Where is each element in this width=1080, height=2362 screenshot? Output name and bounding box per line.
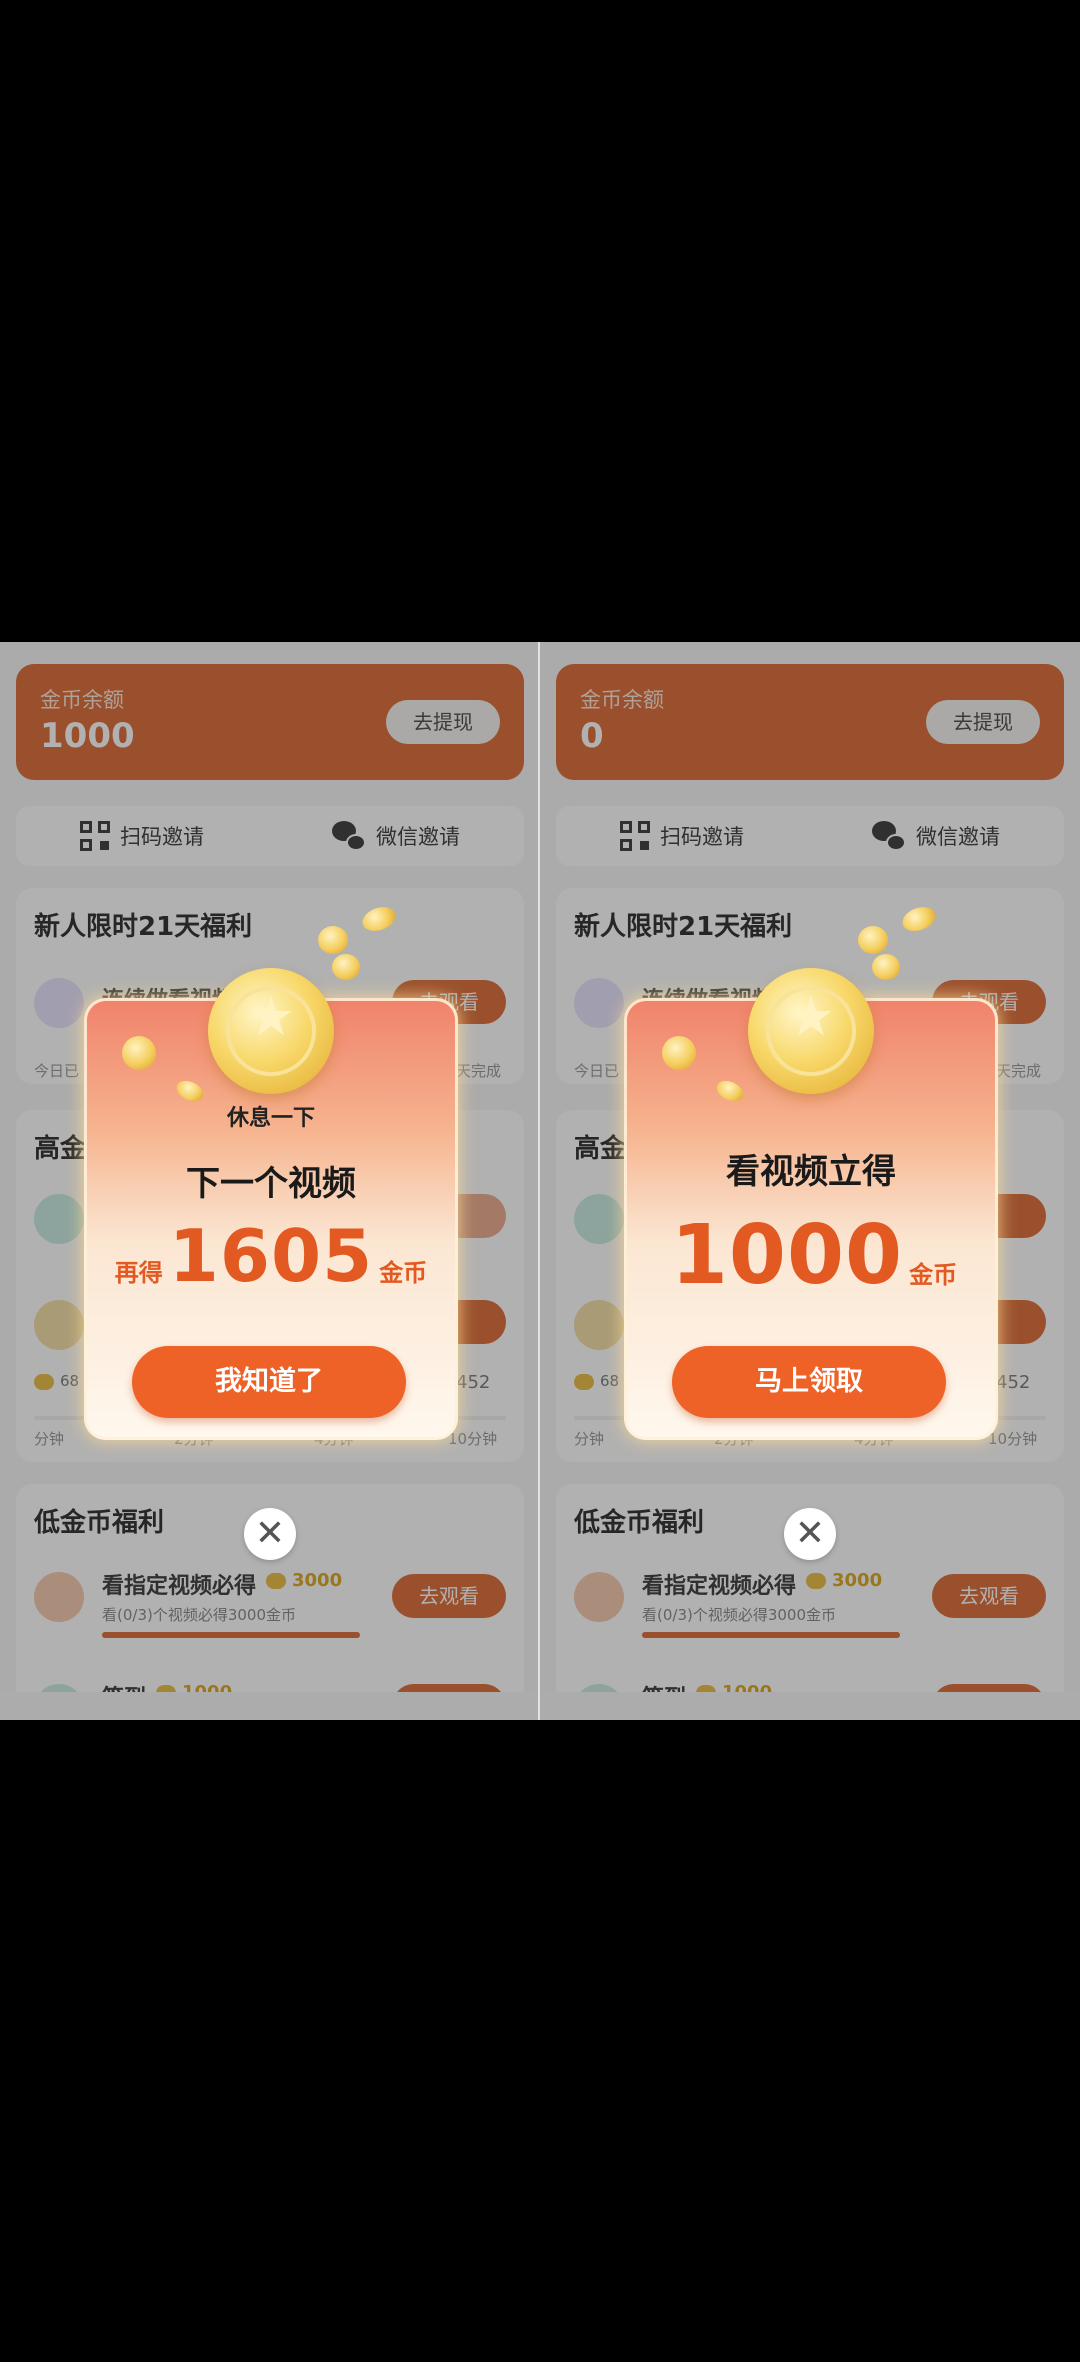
coin-decoration: [872, 954, 900, 980]
modal-kicker: 休息一下: [226, 1106, 315, 1131]
modal-title: 下一个视频: [186, 1164, 356, 1204]
close-icon: ✕: [254, 1513, 286, 1554]
got-it-button[interactable]: 我知道了: [132, 1346, 406, 1418]
close-modal-button[interactable]: ✕: [784, 1508, 836, 1560]
screenshot-stage: 金币余额 1000 去提现 扫码邀请 微信邀请 新人限时21天福利 连续做看视频…: [0, 642, 1080, 1720]
star-coin-icon: ★: [208, 968, 334, 1094]
modal-reward: 1000 金币: [624, 1208, 998, 1303]
reward-amount: 1605: [168, 1214, 374, 1298]
coin-decoration: [713, 1076, 747, 1106]
modal-title: 看视频立得: [726, 1152, 896, 1192]
coin-decoration: [662, 1036, 696, 1070]
coin-decoration: [858, 926, 888, 954]
reward-amount: 1000: [670, 1208, 904, 1303]
reward-modal: ★ 看视频立得 1000 金币 马上领取: [624, 902, 998, 1440]
star-coin-icon: ★: [748, 968, 874, 1094]
claim-now-button[interactable]: 马上领取: [672, 1346, 946, 1418]
reward-modal: ★ 休息一下 下一个视频 再得1605 金币 我知道了: [84, 902, 458, 1440]
close-modal-button[interactable]: ✕: [244, 1508, 296, 1560]
reward-unit: 金币: [379, 1259, 428, 1287]
coin-decoration: [332, 954, 360, 980]
modal-reward: 再得1605 金币: [84, 1214, 458, 1298]
right-phone-screen: 金币余额 0 去提现 扫码邀请 微信邀请 新人限时21天福利 连续做看视频任务 …: [540, 642, 1080, 1720]
coin-decoration: [122, 1036, 156, 1070]
reward-prefix: 再得: [114, 1259, 163, 1287]
reward-unit: 金币: [909, 1261, 958, 1289]
close-icon: ✕: [794, 1513, 826, 1554]
coin-decoration: [318, 926, 348, 954]
left-phone-screen: 金币余额 1000 去提现 扫码邀请 微信邀请 新人限时21天福利 连续做看视频…: [0, 642, 540, 1720]
